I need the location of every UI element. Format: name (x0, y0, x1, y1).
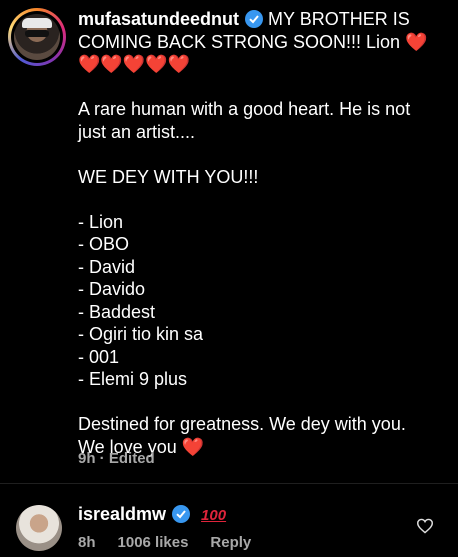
list-item: - Davido (78, 279, 146, 299)
reply-username[interactable]: isrealdmw (78, 504, 166, 524)
heart-emoji: ❤️ (405, 31, 428, 52)
comment-username[interactable]: mufasatundeednut (78, 9, 239, 29)
list-item: - OBO (78, 234, 130, 254)
reply-meta: 8h 1006 likes Reply (78, 534, 273, 551)
comment-time: 9h (78, 450, 96, 467)
comment-text: mufasatundeednut MY BROTHER IS COMING BAC… (78, 8, 438, 458)
reply-avatar[interactable] (16, 505, 62, 551)
cap-shape (22, 18, 52, 28)
reply-button[interactable]: Reply (210, 534, 251, 551)
list-item: - Elemi 9 plus (78, 369, 188, 389)
reply-username-row: isrealdmw 100 (78, 504, 226, 525)
comment-line: Destined for greatness. We dey with you. (78, 414, 406, 434)
hundred-emoji: 100 (201, 507, 227, 524)
comment-line: COMING BACK STRONG SOON!!! Lion (78, 31, 401, 52)
list-item: - Lion (78, 211, 124, 232)
list-item: - Baddest (78, 301, 156, 322)
avatar (14, 14, 60, 60)
verified-badge-icon (245, 10, 264, 28)
heart-like-icon[interactable] (416, 518, 434, 539)
list-item: - 001 (78, 346, 120, 367)
heart-emoji: ❤️ (181, 436, 205, 457)
reply-likes[interactable]: 1006 likes (118, 534, 189, 551)
comment-line: A rare human with a good heart. He is no… (78, 99, 411, 119)
reply-comment: isrealdmw 100 8h 1006 likes Reply (0, 500, 458, 557)
list-item: - David (78, 256, 136, 277)
comment-edited: Edited (108, 450, 155, 467)
comment-line: MY BROTHER IS (268, 9, 410, 29)
hearts-row-emoji: ❤️❤️❤️❤️❤️ (78, 54, 191, 74)
divider (0, 483, 458, 484)
list-item: - Ogiri tio kin sa (78, 324, 204, 344)
sunglasses-shape (25, 30, 49, 37)
avatar-border (11, 11, 63, 63)
avatar-story-ring[interactable] (8, 8, 66, 66)
comment-line: WE DEY WITH YOU!!! (78, 166, 259, 187)
comment-meta: 9h · Edited (78, 450, 155, 467)
verified-badge-icon (172, 505, 191, 523)
comment-line: just an artist.... (78, 121, 196, 142)
reply-time: 8h (78, 534, 96, 551)
